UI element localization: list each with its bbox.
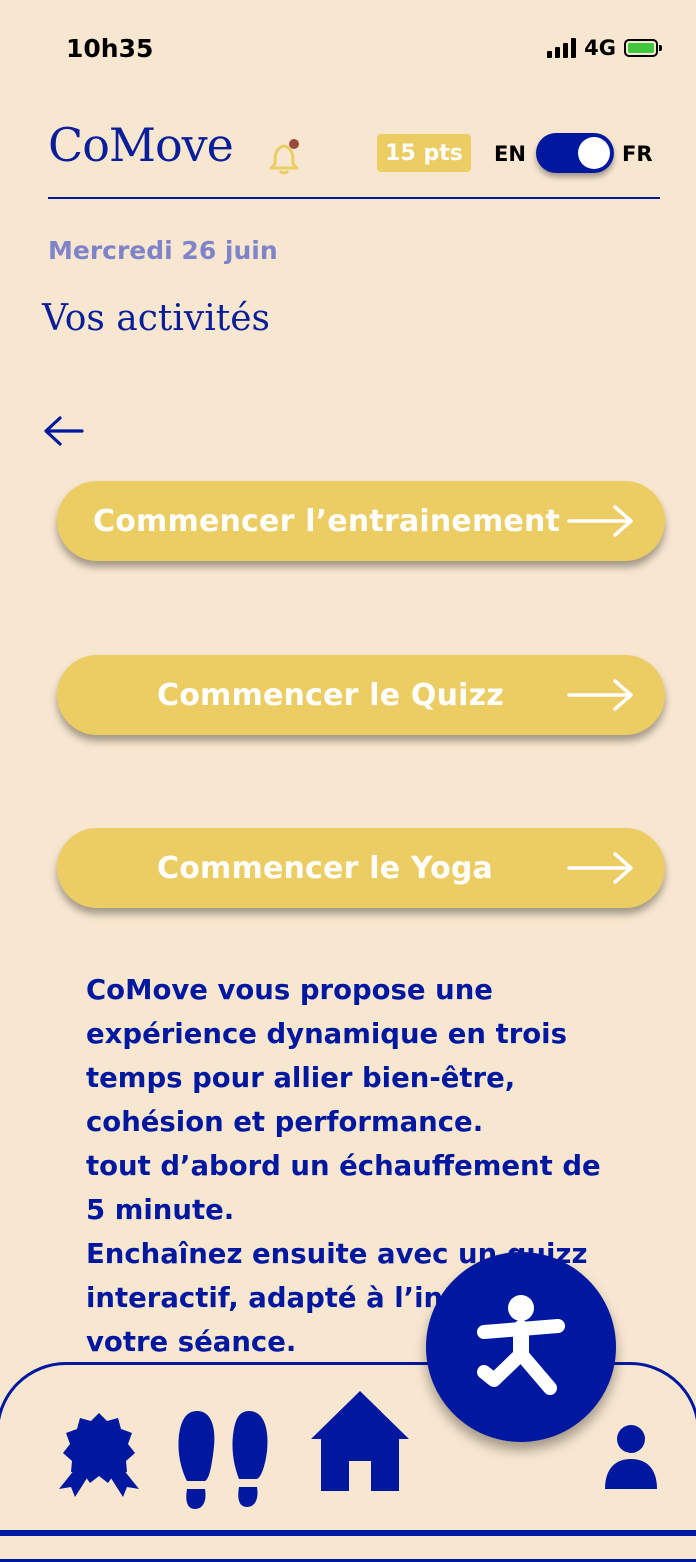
status-time: 10h35 (66, 34, 154, 63)
arrow-right-icon (567, 679, 633, 711)
toggle-knob (578, 137, 610, 169)
start-training-button[interactable]: Commencer l’entrainement (57, 481, 665, 561)
language-toggle[interactable] (536, 133, 614, 173)
back-arrow-icon[interactable] (42, 414, 86, 448)
battery-icon (624, 39, 662, 57)
network-label: 4G (584, 36, 616, 60)
start-yoga-label: Commencer le Yoga (157, 850, 493, 886)
arrow-right-icon (567, 505, 633, 537)
current-date: Mercredi 26 juin (48, 236, 278, 265)
start-quiz-label: Commencer le Quizz (157, 677, 504, 713)
arrow-right-icon (567, 852, 633, 884)
home-icon[interactable] (307, 1387, 413, 1493)
points-badge: 15 pts (377, 134, 471, 172)
start-training-label: Commencer l’entrainement (93, 503, 561, 539)
header-divider (48, 197, 660, 199)
language-fr-label: FR (622, 142, 653, 166)
badge-icon[interactable] (53, 1411, 145, 1497)
yoga-activity-button[interactable] (426, 1252, 616, 1442)
footprints-icon[interactable] (175, 1409, 271, 1509)
app-logo: CoMove (48, 118, 234, 172)
page-title: Vos activités (42, 298, 270, 339)
status-indicators: 4G (547, 36, 662, 60)
start-yoga-button[interactable]: Commencer le Yoga (57, 828, 665, 908)
start-quiz-button[interactable]: Commencer le Quizz (57, 655, 665, 735)
language-en-label: EN (494, 142, 526, 166)
yoga-icon (477, 1295, 565, 1395)
signal-icon (547, 38, 577, 58)
profile-icon[interactable] (603, 1423, 659, 1489)
home-indicator-line (0, 1530, 696, 1536)
notification-bell-icon[interactable] (266, 136, 304, 176)
